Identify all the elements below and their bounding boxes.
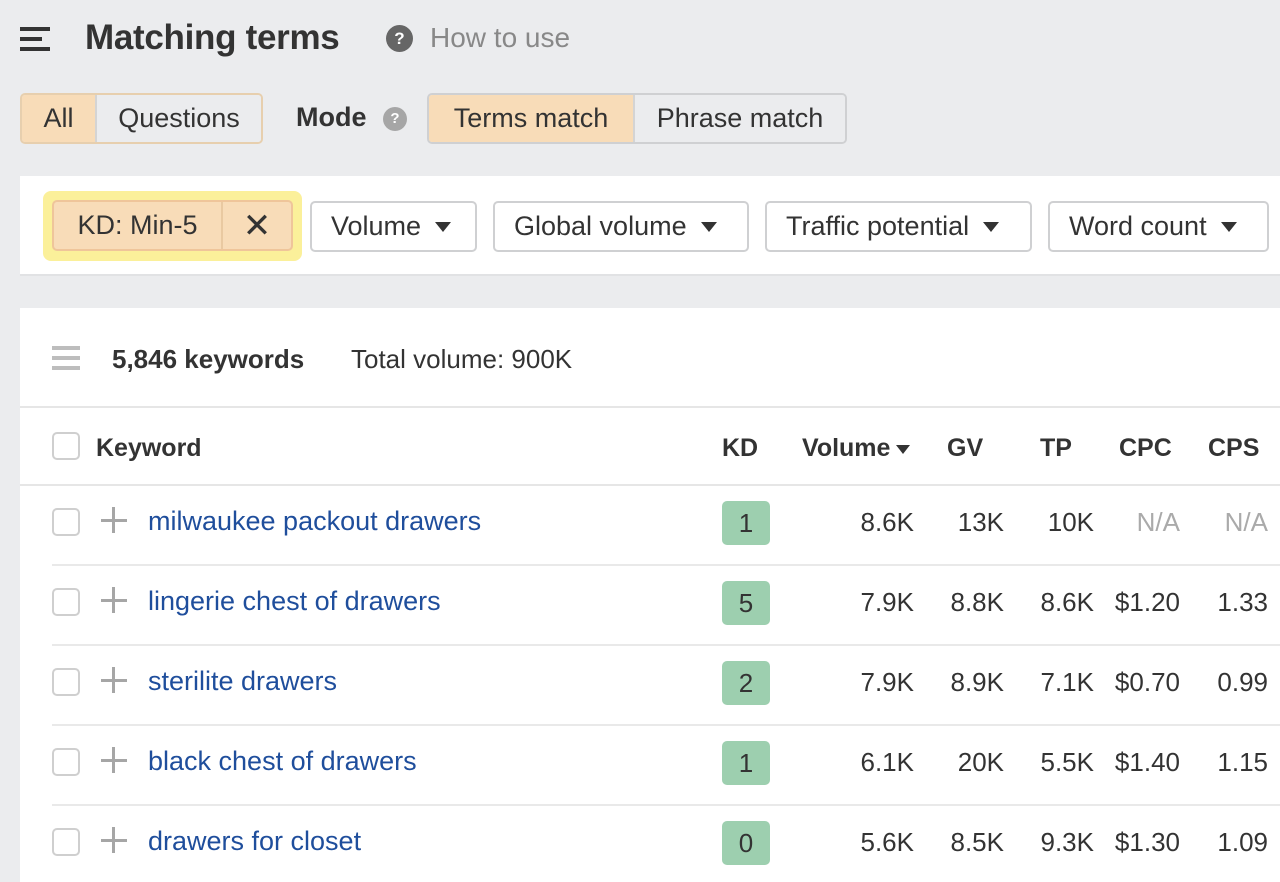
column-header-gv[interactable]: GV xyxy=(947,434,983,463)
keyword-type-toggle: All Questions xyxy=(20,93,263,144)
top-bar: Matching terms ? How to use xyxy=(0,0,1280,80)
tp-cell[interactable]: 9.3K xyxy=(1041,827,1095,858)
kd-badge: 0 xyxy=(722,821,770,865)
volume-cell: 8.6K xyxy=(860,507,915,537)
row-checkbox[interactable] xyxy=(52,828,80,856)
plus-icon[interactable] xyxy=(100,663,128,699)
plus-icon[interactable] xyxy=(100,743,128,779)
table-row: sterilite drawers 2 7.9K 8.9K 7.1K $0.70… xyxy=(52,646,1280,726)
tab-all[interactable]: All xyxy=(22,95,95,142)
gv-cell: 8.5K xyxy=(950,827,1005,857)
select-all-checkbox[interactable] xyxy=(52,432,80,460)
cps-cell: 0.99 xyxy=(1217,667,1268,697)
volume-filter-dropdown[interactable]: Volume xyxy=(310,201,477,252)
volume-cell: 7.9K xyxy=(860,667,915,697)
column-header-tp[interactable]: TP xyxy=(1040,434,1072,463)
tp-cell[interactable]: 10K xyxy=(1048,507,1094,538)
column-header-cpc[interactable]: CPC xyxy=(1119,434,1172,463)
caret-down-icon xyxy=(700,221,717,232)
cpc-cell: N/A xyxy=(1136,507,1180,537)
results-panel: 5,846 keywords Total volume: 900K Keywor… xyxy=(20,308,1280,882)
gv-cell: 8.9K xyxy=(950,667,1005,697)
gv-cell: 8.8K xyxy=(950,587,1005,617)
cpc-cell: $1.40 xyxy=(1114,747,1180,777)
kd-badge: 1 xyxy=(722,741,770,785)
kd-badge: 2 xyxy=(722,661,770,705)
volume-filter-label: Volume xyxy=(331,211,422,241)
keyword-link[interactable]: black chest of drawers xyxy=(148,746,417,777)
cpc-cell: $1.30 xyxy=(1114,827,1180,857)
column-header-kd[interactable]: KD xyxy=(722,434,758,463)
column-header-volume-label: Volume xyxy=(802,434,891,462)
global-volume-filter-label: Global volume xyxy=(514,211,687,241)
table-row: lingerie chest of drawers 5 7.9K 8.8K 8.… xyxy=(52,566,1280,646)
active-filter-highlight: KD: Min-5 ✕ xyxy=(43,191,302,261)
tp-cell[interactable]: 8.6K xyxy=(1041,587,1095,618)
volume-cell: 6.1K xyxy=(860,747,915,777)
row-checkbox[interactable] xyxy=(52,588,80,616)
word-count-filter-label: Word count xyxy=(1069,211,1207,241)
cps-cell: 1.33 xyxy=(1217,587,1268,617)
column-header-cps[interactable]: CPS xyxy=(1208,434,1259,463)
column-header-volume[interactable]: Volume xyxy=(802,434,911,463)
total-volume: Total volume: 900K xyxy=(351,344,573,374)
traffic-potential-filter-label: Traffic potential xyxy=(786,211,970,241)
kd-badge: 1 xyxy=(722,501,770,545)
table-row: milwaukee packout drawers 1 8.6K 13K 10K… xyxy=(52,486,1280,566)
table-header: Keyword KD Volume GV TP CPC CPS xyxy=(20,410,1280,486)
results-summary: 5,846 keywords Total volume: 900K xyxy=(20,308,1280,408)
mode-toggle: Terms match Phrase match xyxy=(427,93,847,144)
list-menu-icon[interactable] xyxy=(52,346,80,370)
keyword-link[interactable]: drawers for closet xyxy=(148,826,361,857)
caret-down-icon xyxy=(983,221,1000,232)
row-checkbox[interactable] xyxy=(52,508,80,536)
row-checkbox[interactable] xyxy=(52,668,80,696)
cps-cell: 1.09 xyxy=(1217,827,1268,857)
cpc-cell: $0.70 xyxy=(1114,667,1180,697)
plus-icon[interactable] xyxy=(100,503,128,539)
cps-cell: 1.15 xyxy=(1217,747,1268,777)
how-to-use-link[interactable]: How to use xyxy=(430,22,570,54)
caret-down-icon xyxy=(435,221,452,232)
tab-questions[interactable]: Questions xyxy=(95,95,261,142)
gv-cell: 20K xyxy=(957,747,1004,777)
volume-cell: 5.6K xyxy=(860,827,915,857)
table-row: drawers for closet 0 5.6K 8.5K 9.3K $1.3… xyxy=(52,806,1280,882)
keyword-link[interactable]: milwaukee packout drawers xyxy=(148,506,481,537)
mode-help-icon[interactable]: ? xyxy=(383,107,407,131)
kd-badge: 5 xyxy=(722,581,770,625)
tp-cell[interactable]: 5.5K xyxy=(1041,747,1095,778)
mode-terms-match[interactable]: Terms match xyxy=(429,95,633,142)
tp-cell[interactable]: 7.1K xyxy=(1041,667,1095,698)
cpc-cell: $1.20 xyxy=(1114,587,1180,617)
plus-icon[interactable] xyxy=(100,583,128,619)
mode-phrase-match[interactable]: Phrase match xyxy=(633,95,845,142)
page-title: Matching terms xyxy=(85,18,340,57)
keyword-link[interactable]: sterilite drawers xyxy=(148,666,337,697)
help-icon[interactable]: ? xyxy=(386,25,413,52)
column-header-keyword[interactable]: Keyword xyxy=(96,434,202,463)
keyword-link[interactable]: lingerie chest of drawers xyxy=(148,586,441,617)
row-checkbox[interactable] xyxy=(52,748,80,776)
cps-cell: N/A xyxy=(1224,507,1268,537)
word-count-filter-dropdown[interactable]: Word count xyxy=(1048,201,1269,252)
global-volume-filter-dropdown[interactable]: Global volume xyxy=(493,201,749,252)
sort-desc-icon xyxy=(896,444,911,454)
traffic-potential-filter-dropdown[interactable]: Traffic potential xyxy=(765,201,1032,252)
table-row: black chest of drawers 1 6.1K 20K 5.5K $… xyxy=(52,726,1280,806)
kd-filter-chip: KD: Min-5 ✕ xyxy=(52,200,293,251)
keyword-count: 5,846 keywords xyxy=(112,344,305,374)
gv-cell: 13K xyxy=(957,507,1004,537)
kd-filter-button[interactable]: KD: Min-5 xyxy=(54,202,223,249)
hamburger-menu-icon[interactable] xyxy=(20,27,52,51)
plus-icon[interactable] xyxy=(100,823,128,859)
close-icon[interactable]: ✕ xyxy=(223,202,291,249)
filter-bar: KD: Min-5 ✕ Volume Global volume Traffic… xyxy=(20,176,1280,276)
mode-label: Mode xyxy=(296,102,367,132)
volume-cell: 7.9K xyxy=(860,587,915,617)
caret-down-icon xyxy=(1220,221,1237,232)
